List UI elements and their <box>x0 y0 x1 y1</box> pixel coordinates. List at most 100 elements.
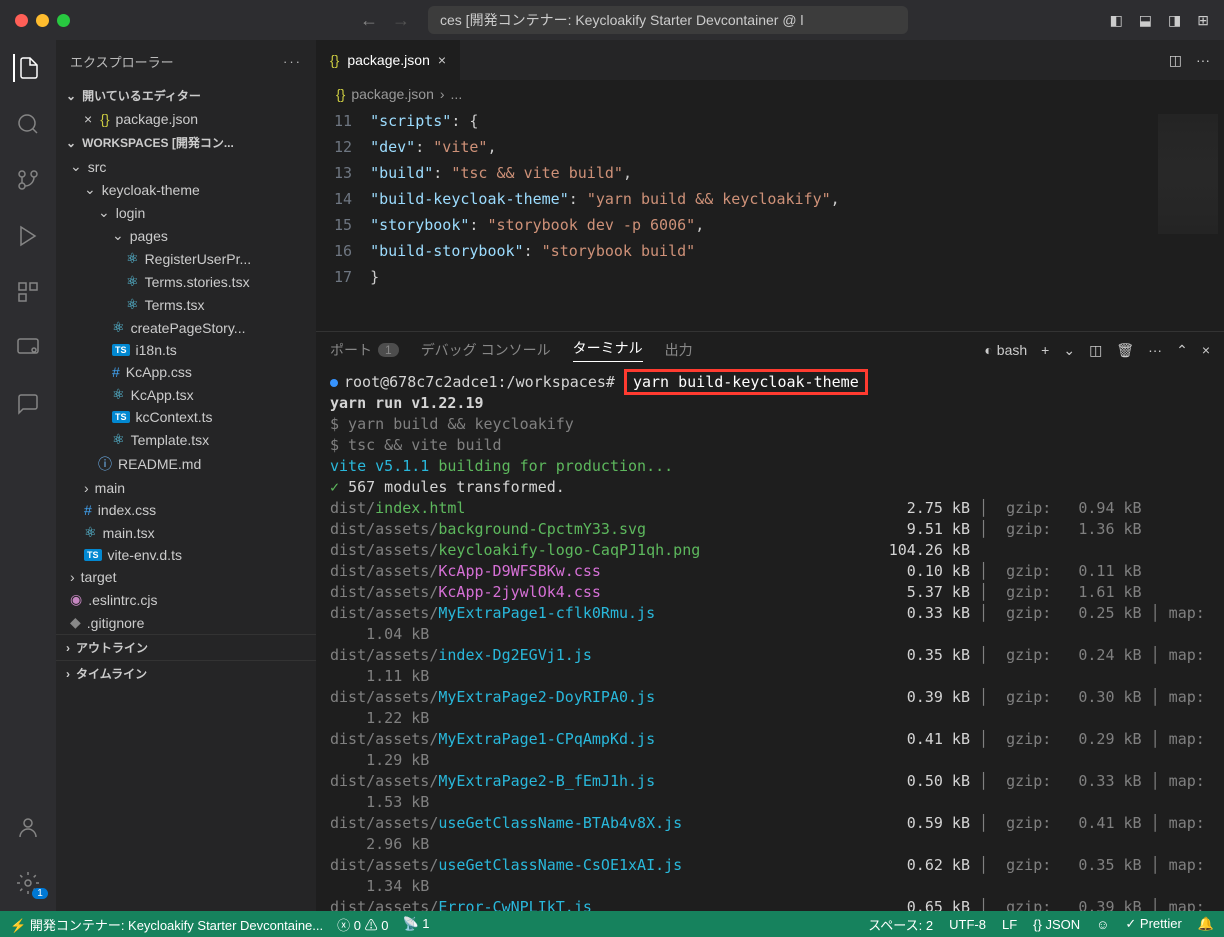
settings-gear-icon[interactable]: 1 <box>14 869 42 897</box>
react-icon: ⚛ <box>112 319 125 336</box>
tree-folder[interactable]: ⌄ pages <box>56 224 316 247</box>
notifications-icon[interactable]: 🔔 <box>1198 916 1214 932</box>
maximize-window-button[interactable] <box>57 14 70 27</box>
tree-folder[interactable]: › target <box>56 566 316 588</box>
prettier-indicator[interactable]: ✓ Prettier <box>1125 916 1181 932</box>
open-editor-item[interactable]: × {} package.json <box>56 108 316 130</box>
new-terminal-icon[interactable]: + <box>1041 342 1049 358</box>
close-panel-icon[interactable]: × <box>1202 342 1210 358</box>
tree-folder[interactable]: ⌄ login <box>56 201 316 224</box>
timeline-section[interactable]: › タイムライン <box>56 660 316 686</box>
ports-indicator[interactable]: 📡 1 <box>402 916 429 932</box>
ts-icon: TS <box>112 411 130 423</box>
tree-file[interactable]: ⚛ createPageStory... <box>56 316 316 339</box>
file-name: main.tsx <box>103 525 155 541</box>
extensions-icon[interactable] <box>14 278 42 306</box>
tree-file[interactable]: ⚛ main.tsx <box>56 521 316 544</box>
file-name: RegisterUserPr... <box>145 251 252 267</box>
json-icon: {} <box>330 52 339 68</box>
tree-file[interactable]: ⚛ Template.tsx <box>56 428 316 451</box>
explorer-icon[interactable] <box>13 54 41 82</box>
tree-file[interactable]: TS i18n.ts <box>56 339 316 361</box>
open-editors-section[interactable]: ⌄ 開いているエディター <box>56 83 316 108</box>
maximize-panel-icon[interactable]: ⌃ <box>1176 342 1188 359</box>
panel-left-icon[interactable]: ◧ <box>1110 12 1123 29</box>
chevron-right-icon: › <box>84 480 89 496</box>
panel: ポート 1 デバッグ コンソール ターミナル 出力 ◐ bash + ⌄ ◫ 🗑… <box>316 331 1224 911</box>
close-icon[interactable]: × <box>438 52 446 68</box>
outline-section[interactable]: › アウトライン <box>56 634 316 660</box>
feedback-icon[interactable]: ☺ <box>1096 917 1109 932</box>
titlebar: ← → ces [開発コンテナー: Keycloakify Starter De… <box>0 0 1224 40</box>
remote-indicator[interactable]: ⚡ 開発コンテナー: Keycloakify Starter Devcontai… <box>10 915 323 934</box>
tree-file[interactable]: ⚛ RegisterUserPr... <box>56 247 316 270</box>
folder-name: login <box>116 205 146 221</box>
tree-file[interactable]: ⚛ KcApp.tsx <box>56 383 316 406</box>
minimize-window-button[interactable] <box>36 14 49 27</box>
eol-indicator[interactable]: LF <box>1002 917 1017 932</box>
section-label: WORKSPACES [開発コン... <box>82 134 234 151</box>
tree-folder-src[interactable]: ⌄ src <box>56 155 316 178</box>
file-name: kcContext.ts <box>136 409 213 425</box>
tree-file[interactable]: TS vite-env.d.ts <box>56 544 316 566</box>
shell-indicator[interactable]: ◐ bash <box>984 342 1027 358</box>
panel-right-icon[interactable]: ◨ <box>1168 12 1181 29</box>
tree-file[interactable]: ⓘ README.md <box>56 451 316 477</box>
tree-file[interactable]: ◉ .eslintrc.cjs <box>56 588 316 611</box>
close-icon[interactable]: × <box>84 111 92 127</box>
close-window-button[interactable] <box>15 14 28 27</box>
more-icon[interactable]: ··· <box>1196 52 1210 69</box>
nav-back-button[interactable]: ← <box>360 10 378 31</box>
file-name: Terms.stories.tsx <box>145 274 250 290</box>
accounts-icon[interactable] <box>14 813 42 841</box>
tree-file[interactable]: # KcApp.css <box>56 361 316 383</box>
workspace-section[interactable]: ⌄ WORKSPACES [開発コン... <box>56 130 316 155</box>
more-icon[interactable]: ··· <box>1148 342 1162 358</box>
split-terminal-icon[interactable]: ◫ <box>1089 342 1102 359</box>
line-numbers: 11 12 13 14 15 16 17 <box>316 108 370 331</box>
panel-tab-terminal[interactable]: ターミナル <box>573 338 643 362</box>
editor-content[interactable]: 11 12 13 14 15 16 17 "scripts": { "dev":… <box>316 108 1224 331</box>
tab-package-json[interactable]: {} package.json × <box>316 40 461 80</box>
layout-icon[interactable]: ⊞ <box>1197 12 1209 29</box>
git-icon: ◆ <box>70 614 81 631</box>
tree-folder[interactable]: › main <box>56 477 316 499</box>
file-name: KcApp.tsx <box>131 387 194 403</box>
tree-file[interactable]: # index.css <box>56 499 316 521</box>
run-debug-icon[interactable] <box>14 222 42 250</box>
trash-icon[interactable]: 🗑 <box>1116 342 1134 359</box>
remote-explorer-icon[interactable] <box>14 334 42 362</box>
source-control-icon[interactable] <box>14 166 42 194</box>
comments-icon[interactable] <box>14 390 42 418</box>
tree-file[interactable]: ⚛ Terms.tsx <box>56 293 316 316</box>
folder-name: keycloak-theme <box>102 182 200 198</box>
nav-forward-button[interactable]: → <box>392 10 410 31</box>
section-label: 開いているエディター <box>82 87 201 104</box>
breadcrumb-item[interactable]: ... <box>451 86 463 102</box>
breadcrumb-item[interactable]: package.json <box>351 86 434 102</box>
json-icon: {} <box>336 86 345 102</box>
folder-name: pages <box>130 228 168 244</box>
problems-indicator[interactable]: ⓧ 0 ⚠ 0 <box>337 915 388 934</box>
panel-bottom-icon[interactable]: ⬓ <box>1139 12 1152 29</box>
panel-tab-debug[interactable]: デバッグ コンソール <box>421 340 551 360</box>
language-indicator[interactable]: {} JSON <box>1033 917 1080 932</box>
minimap[interactable] <box>1158 114 1218 234</box>
sidebar-more-icon[interactable]: ··· <box>283 54 302 69</box>
chevron-down-icon: ⌄ <box>98 204 110 221</box>
terminal-content[interactable]: root@678c7c2adce1:/workspaces# yarn buil… <box>316 368 1224 911</box>
tree-folder[interactable]: ⌄ keycloak-theme <box>56 178 316 201</box>
tree-file[interactable]: ⚛ Terms.stories.tsx <box>56 270 316 293</box>
encoding-indicator[interactable]: UTF-8 <box>949 917 986 932</box>
panel-tab-output[interactable]: 出力 <box>665 340 693 360</box>
search-icon[interactable] <box>14 110 42 138</box>
command-center[interactable]: ces [開発コンテナー: Keycloakify Starter Devcon… <box>428 6 908 34</box>
tree-file[interactable]: ◆ .gitignore <box>56 611 316 634</box>
spaces-indicator[interactable]: スペース: 2 <box>868 915 933 934</box>
split-editor-icon[interactable]: ◫ <box>1169 52 1182 69</box>
tree-file[interactable]: TS kcContext.ts <box>56 406 316 428</box>
panel-tab-ports[interactable]: ポート 1 <box>330 340 399 360</box>
code-content[interactable]: "scripts": { "dev": "vite", "build": "ts… <box>370 108 840 331</box>
chevron-down-icon[interactable]: ⌄ <box>1063 342 1075 359</box>
breadcrumbs[interactable]: {} package.json › ... <box>316 80 1224 108</box>
